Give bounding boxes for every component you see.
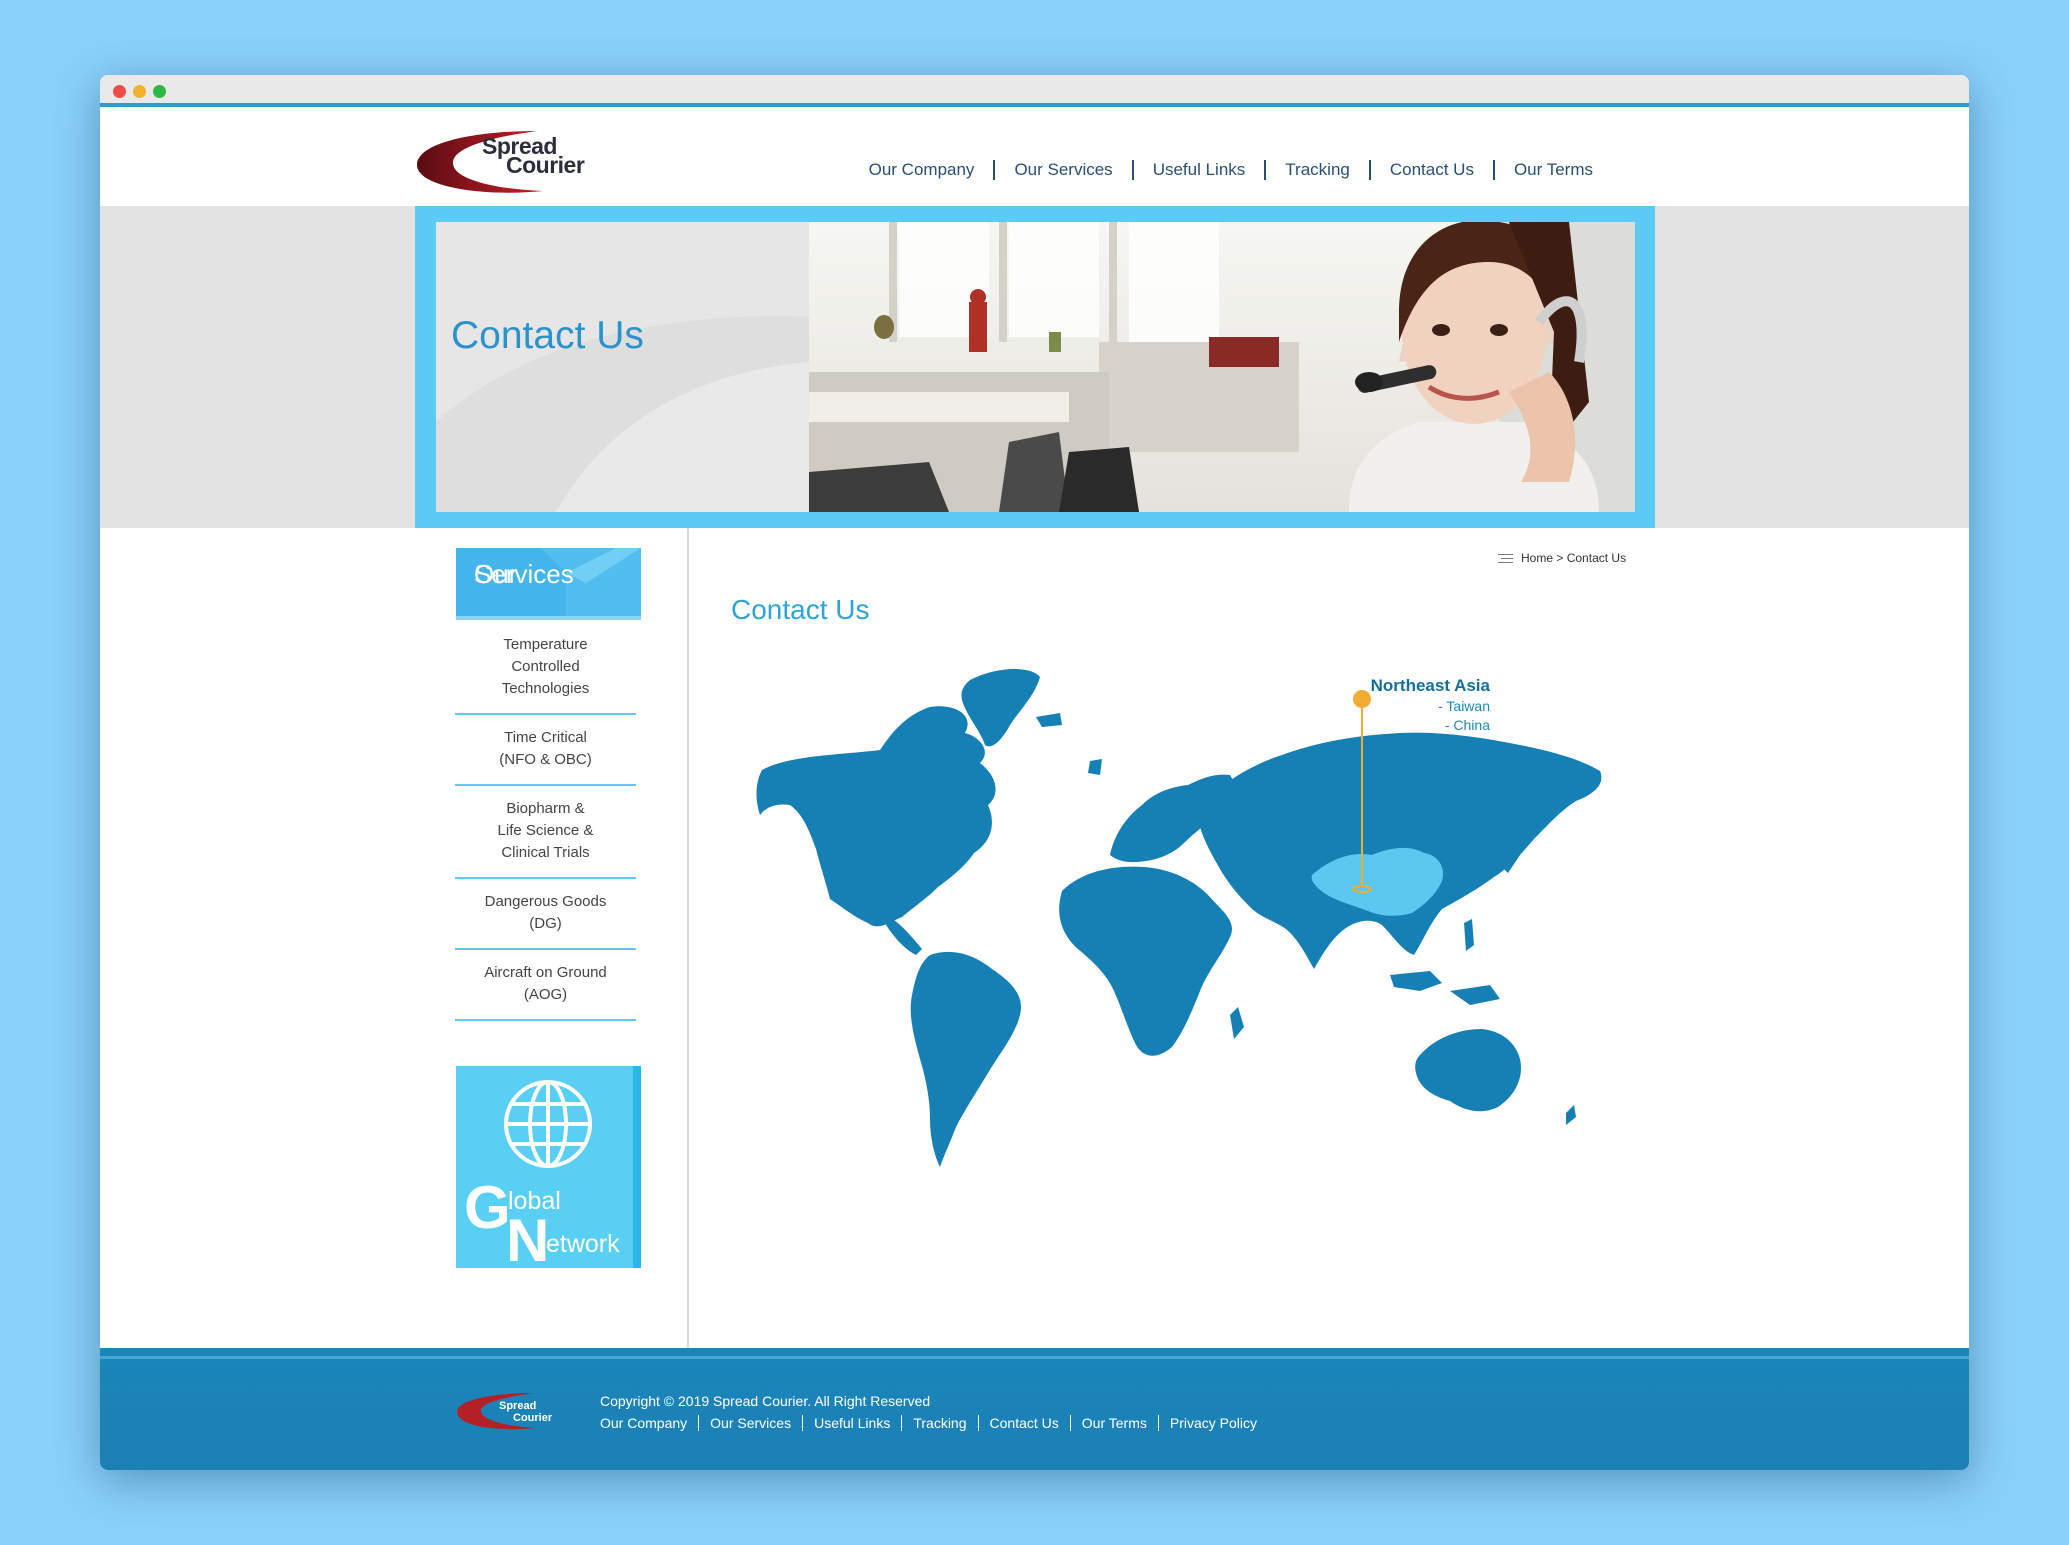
service-time-critical[interactable]: Time Critical (NFO & OBC) <box>455 715 636 786</box>
service-label-line: Clinical Trials <box>501 844 590 861</box>
maximize-window-button[interactable] <box>153 85 166 98</box>
philippines-shape <box>1464 919 1474 951</box>
footer-logo-swoosh-icon: Spread Courier <box>457 1393 553 1430</box>
page-title: Contact Us <box>731 594 870 625</box>
service-label-line: Temperature <box>503 636 588 653</box>
menu-lines-icon <box>1498 553 1513 563</box>
nav-our-company[interactable]: Our Company <box>850 160 994 180</box>
site-logo[interactable]: Spread Courier <box>413 125 588 197</box>
footer-link-our-terms[interactable]: Our Terms <box>1069 1415 1158 1431</box>
heading-line-2: Services <box>474 559 574 589</box>
browser-window: Spread Courier Our Company Our Services … <box>100 75 1969 1470</box>
nav-useful-links[interactable]: Useful Links <box>1131 160 1265 180</box>
breadcrumb-separator: > <box>1556 551 1564 565</box>
gn-side-bar <box>633 1066 641 1268</box>
australia-shape <box>1415 1029 1522 1112</box>
hero-photo-call-center-agent <box>809 222 1635 512</box>
service-dangerous-goods[interactable]: Dangerous Goods (DG) <box>455 879 636 950</box>
africa-shape <box>1059 866 1232 1056</box>
service-biopharm[interactable]: Biopharm & Life Science & Clinical Trial… <box>455 786 636 879</box>
north-america-shape <box>756 706 996 927</box>
footer-logo[interactable]: Spread Courier <box>455 1390 560 1432</box>
gn-letter-n: N <box>506 1207 550 1269</box>
footer-link-tracking[interactable]: Tracking <box>901 1415 977 1431</box>
footer-logo-text-courier: Courier <box>513 1412 553 1424</box>
copyright-text: Copyright © 2019 Spread Courier. All Rig… <box>600 1393 931 1409</box>
service-label-line: Controlled <box>511 658 580 675</box>
main-nav: Our Company Our Services Useful Links Tr… <box>850 160 1612 180</box>
service-label-line: Technologies <box>501 680 590 697</box>
madagascar-shape <box>1230 1007 1244 1039</box>
indonesia-shape <box>1390 971 1442 991</box>
service-label-line: Life Science & <box>497 822 594 839</box>
service-label-line: (AOG) <box>523 986 568 1003</box>
services-list: Temperature Controlled Technologies Time… <box>455 622 636 1021</box>
footer-nav: Our Company Our Services Useful Links Tr… <box>600 1415 1268 1431</box>
south-america-shape <box>910 951 1021 1167</box>
nav-our-services[interactable]: Our Services <box>993 160 1131 180</box>
photo-illustration <box>809 222 1635 512</box>
content-divider <box>687 528 689 1348</box>
hero-banner: Contact Us <box>415 206 1655 528</box>
service-label-line: Time Critical <box>504 729 587 746</box>
service-label-line: Biopharm & <box>506 800 585 817</box>
minimize-window-button[interactable] <box>133 85 146 98</box>
close-window-button[interactable] <box>113 85 126 98</box>
uk-shape <box>1088 759 1102 775</box>
central-america-shape <box>886 917 922 955</box>
service-label-line: Dangerous Goods <box>484 893 607 910</box>
service-temperature-controlled[interactable]: Temperature Controlled Technologies <box>455 622 636 715</box>
nav-tracking[interactable]: Tracking <box>1264 160 1369 180</box>
globe-icon <box>504 1080 592 1168</box>
breadcrumb: Home > Contact Us <box>1498 551 1626 565</box>
footer-link-our-services[interactable]: Our Services <box>698 1415 802 1431</box>
map-continents <box>756 669 1602 1167</box>
map-pin-icon[interactable] <box>1353 690 1371 708</box>
site-footer <box>100 1348 1969 1470</box>
global-network-banner[interactable]: G lobal N etwork <box>456 1066 641 1268</box>
footer-logo-text-spread: Spread <box>499 1400 536 1412</box>
greenland-shape <box>961 669 1040 747</box>
service-aircraft-on-ground[interactable]: Aircraft on Ground (AOG) <box>455 950 636 1021</box>
nav-our-terms[interactable]: Our Terms <box>1492 160 1612 180</box>
breadcrumb-home[interactable]: Home <box>1521 551 1553 565</box>
hero-inner: Contact Us <box>436 222 1635 512</box>
nav-contact-us[interactable]: Contact Us <box>1368 160 1493 180</box>
new-zealand-shape <box>1566 1105 1576 1125</box>
footer-link-useful-links[interactable]: Useful Links <box>802 1415 901 1431</box>
browser-titlebar <box>100 75 1969 107</box>
our-services-heading: Our Services <box>456 548 641 620</box>
new-guinea-shape <box>1450 985 1500 1005</box>
gn-letter-g: G <box>464 1174 511 1241</box>
world-map <box>756 669 1602 1167</box>
iceland-shape <box>1036 713 1062 727</box>
gn-text-etwork: etwork <box>546 1230 620 1258</box>
breadcrumb-current: Contact Us <box>1566 551 1627 565</box>
service-label-line: (NFO & OBC) <box>499 751 592 768</box>
logo-text-courier: Courier <box>506 152 585 178</box>
footer-link-contact-us[interactable]: Contact Us <box>977 1415 1070 1431</box>
service-label-line: Aircraft on Ground <box>484 964 607 981</box>
footer-link-privacy-policy[interactable]: Privacy Policy <box>1157 1415 1268 1431</box>
hero-title: Contact Us <box>451 314 644 357</box>
footer-link-our-company[interactable]: Our Company <box>600 1415 698 1431</box>
service-label-line: (DG) <box>529 915 562 932</box>
